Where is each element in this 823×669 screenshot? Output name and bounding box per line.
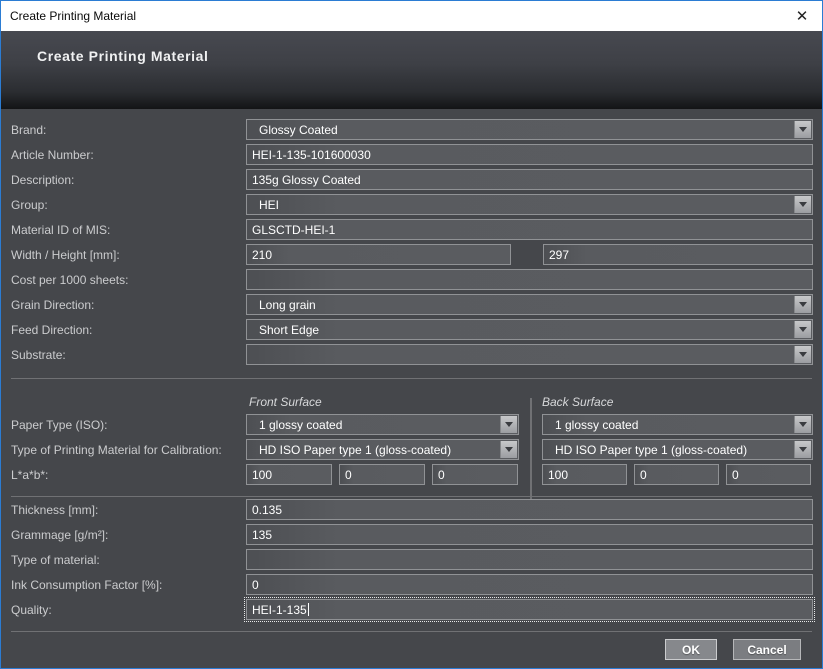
group-label: Group: — [11, 198, 246, 212]
group-select[interactable]: HEI — [246, 194, 813, 215]
brand-value: Glossy Coated — [259, 123, 338, 137]
back-surface-header: Back Surface — [542, 395, 613, 409]
type-of-material-label: Type of material: — [11, 553, 246, 567]
article-number-row: Article Number: — [11, 142, 812, 167]
group-value: HEI — [259, 198, 279, 212]
paper-type-front-value: 1 glossy coated — [259, 418, 342, 432]
description-label: Description: — [11, 173, 246, 187]
create-printing-material-dialog: Create Printing Material ✕ Create Printi… — [0, 0, 823, 669]
lab-back-l-input[interactable] — [542, 464, 627, 485]
width-height-row: Width / Height [mm]: — [11, 242, 812, 267]
width-height-label: Width / Height [mm]: — [11, 248, 246, 262]
calibration-front-value: HD ISO Paper type 1 (gloss-coated) — [259, 443, 451, 457]
type-of-material-row: Type of material: — [11, 547, 812, 572]
width-input[interactable] — [246, 244, 511, 265]
quality-label: Quality: — [11, 603, 246, 617]
lab-front-l-input[interactable] — [246, 464, 332, 485]
lab-back-group — [542, 464, 813, 485]
feed-direction-label: Feed Direction: — [11, 323, 246, 337]
grain-direction-select[interactable]: Long grain — [246, 294, 813, 315]
calibration-back-select[interactable]: HD ISO Paper type 1 (gloss-coated) — [542, 439, 813, 460]
ok-button[interactable]: OK — [665, 639, 717, 660]
grain-direction-label: Grain Direction: — [11, 298, 246, 312]
brand-row: Brand: Glossy Coated — [11, 117, 812, 142]
substrate-label: Substrate: — [11, 348, 246, 362]
chevron-down-icon[interactable] — [794, 121, 811, 138]
grammage-row: Grammage [g/m²]: — [11, 522, 812, 547]
cost-label: Cost per 1000 sheets: — [11, 273, 246, 287]
paper-type-back-value: 1 glossy coated — [555, 418, 638, 432]
text-caret — [308, 603, 309, 616]
article-number-label: Article Number: — [11, 148, 246, 162]
group-row: Group: HEI — [11, 192, 812, 217]
height-input[interactable] — [543, 244, 813, 265]
window-titlebar[interactable]: Create Printing Material ✕ — [1, 1, 822, 31]
front-back-divider — [530, 398, 532, 506]
lab-front-group — [246, 464, 519, 485]
thickness-label: Thickness [mm]: — [11, 503, 246, 517]
surface-headers: Front Surface Back Surface — [11, 392, 812, 412]
chevron-down-icon[interactable] — [500, 441, 517, 458]
cancel-button[interactable]: Cancel — [733, 639, 801, 660]
article-number-input[interactable] — [246, 144, 813, 165]
quality-value: HEI-1-135 — [252, 603, 307, 617]
dialog-body: Brand: Glossy Coated Article Number: Des… — [1, 109, 822, 660]
type-of-material-input[interactable] — [246, 549, 813, 570]
paper-type-back-select[interactable]: 1 glossy coated — [542, 414, 813, 435]
chevron-down-icon[interactable] — [794, 416, 811, 433]
feed-direction-select[interactable]: Short Edge — [246, 319, 813, 340]
section-separator — [11, 378, 812, 379]
front-surface-header: Front Surface — [246, 395, 519, 409]
paper-type-row: Paper Type (ISO): 1 glossy coated 1 glos… — [11, 412, 812, 437]
substrate-select[interactable] — [246, 344, 813, 365]
ink-consumption-row: Ink Consumption Factor [%]: — [11, 572, 812, 597]
material-id-input[interactable] — [246, 219, 813, 240]
grain-direction-row: Grain Direction: Long grain — [11, 292, 812, 317]
quality-input[interactable]: HEI-1-135 — [246, 599, 813, 620]
lab-back-b-input[interactable] — [726, 464, 811, 485]
cost-input[interactable] — [246, 269, 813, 290]
calibration-front-select[interactable]: HD ISO Paper type 1 (gloss-coated) — [246, 439, 519, 460]
chevron-down-icon[interactable] — [794, 321, 811, 338]
dialog-footer: OK Cancel — [11, 632, 812, 660]
chevron-down-icon[interactable] — [794, 441, 811, 458]
thickness-input[interactable] — [246, 499, 813, 520]
brand-select[interactable]: Glossy Coated — [246, 119, 813, 140]
ink-consumption-label: Ink Consumption Factor [%]: — [11, 578, 246, 592]
substrate-row: Substrate: — [11, 342, 812, 367]
chevron-down-icon[interactable] — [794, 346, 811, 363]
dialog-header-banner: Create Printing Material — [1, 31, 822, 109]
grain-direction-value: Long grain — [259, 298, 316, 312]
calibration-row: Type of Printing Material for Calibratio… — [11, 437, 812, 462]
material-id-row: Material ID of MIS: — [11, 217, 812, 242]
feed-direction-row: Feed Direction: Short Edge — [11, 317, 812, 342]
close-icon[interactable]: ✕ — [782, 1, 822, 31]
window-title: Create Printing Material — [10, 9, 136, 23]
lab-label: L*a*b*: — [11, 468, 246, 482]
ink-consumption-input[interactable] — [246, 574, 813, 595]
chevron-down-icon[interactable] — [500, 416, 517, 433]
chevron-down-icon[interactable] — [794, 296, 811, 313]
lab-back-a-input[interactable] — [634, 464, 719, 485]
lab-front-a-input[interactable] — [339, 464, 425, 485]
description-input[interactable] — [246, 169, 813, 190]
lab-row: L*a*b*: — [11, 462, 812, 487]
thickness-row: Thickness [mm]: — [11, 497, 812, 522]
chevron-down-icon[interactable] — [794, 196, 811, 213]
description-row: Description: — [11, 167, 812, 192]
grammage-input[interactable] — [246, 524, 813, 545]
material-id-label: Material ID of MIS: — [11, 223, 246, 237]
cost-row: Cost per 1000 sheets: — [11, 267, 812, 292]
calibration-label: Type of Printing Material for Calibratio… — [11, 443, 246, 457]
calibration-back-value: HD ISO Paper type 1 (gloss-coated) — [555, 443, 747, 457]
dialog-heading: Create Printing Material — [37, 48, 822, 64]
paper-type-label: Paper Type (ISO): — [11, 418, 246, 432]
surfaces-section: Front Surface Back Surface Paper Type (I… — [11, 392, 812, 487]
feed-direction-value: Short Edge — [259, 323, 319, 337]
lab-front-b-input[interactable] — [432, 464, 518, 485]
grammage-label: Grammage [g/m²]: — [11, 528, 246, 542]
quality-row: Quality: HEI-1-135 — [11, 597, 812, 622]
paper-type-front-select[interactable]: 1 glossy coated — [246, 414, 519, 435]
brand-label: Brand: — [11, 123, 246, 137]
